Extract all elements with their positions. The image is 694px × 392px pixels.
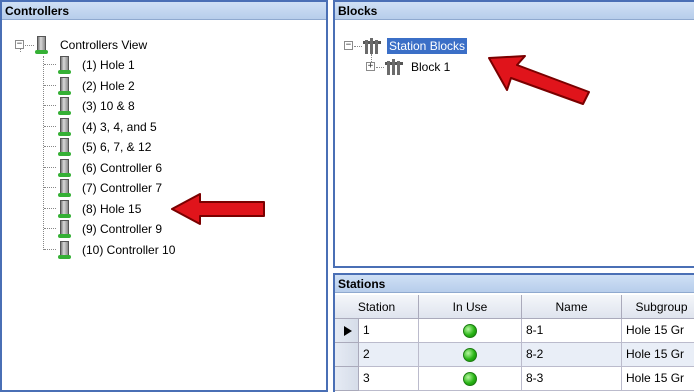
tree-item-block-1[interactable]: Block 1 <box>411 59 450 75</box>
controller-icon <box>58 200 71 218</box>
sprinkler-block-icon <box>385 59 403 75</box>
table-row[interactable]: 1 8-1 Hole 15 Gr <box>335 319 694 343</box>
cell-name[interactable]: 8-1 <box>522 319 622 343</box>
cell-in-use[interactable] <box>419 319 522 343</box>
sprinkler-block-icon <box>363 38 381 54</box>
tree-connector <box>44 187 56 188</box>
controller-icon <box>58 220 71 238</box>
tree-connector <box>44 167 56 168</box>
tree-item-controller-2[interactable]: (2) Hole 2 <box>82 78 135 94</box>
column-header-in-use[interactable]: In Use <box>419 295 522 319</box>
cell-station[interactable]: 2 <box>359 343 419 367</box>
tree-root-station-blocks[interactable]: Station Blocks <box>387 38 468 54</box>
table-row[interactable]: 3 8-3 Hole 15 Gr <box>335 367 694 391</box>
tree-root-controllers-view[interactable]: Controllers View <box>60 37 147 53</box>
controller-icon <box>58 159 71 177</box>
table-row[interactable]: 2 8-2 Hole 15 Gr <box>335 343 694 367</box>
red-arrow-icon <box>488 55 590 105</box>
controller-icon <box>58 241 71 259</box>
cell-station[interactable]: 3 <box>359 367 419 391</box>
tree-item-controller-4[interactable]: (4) 3, 4, and 5 <box>82 119 157 135</box>
tree-connector <box>376 67 384 68</box>
green-status-dot-icon <box>463 323 477 338</box>
cell-in-use[interactable] <box>419 367 522 391</box>
row-pointer-icon <box>344 326 352 336</box>
tree-connector <box>44 208 56 209</box>
cell-name[interactable]: 8-2 <box>522 343 622 367</box>
row-header[interactable] <box>335 367 359 391</box>
controller-icon <box>58 97 71 115</box>
column-header-subgroup[interactable]: Subgroup <box>622 295 694 319</box>
tree-item-controller-9[interactable]: (9) Controller 9 <box>82 221 162 237</box>
controller-icon <box>35 36 48 54</box>
controller-icon <box>58 179 71 197</box>
controllers-pane: Controllers − Controllers View (1) Hole … <box>0 0 328 392</box>
cell-in-use[interactable] <box>419 343 522 367</box>
controller-icon <box>58 56 71 74</box>
blocks-pane: Blocks − Station Blocks + Block 1 <box>333 0 694 268</box>
tree-item-controller-1[interactable]: (1) Hole 1 <box>82 57 135 73</box>
collapse-expander-icon[interactable]: − <box>344 41 353 50</box>
tree-connector <box>44 146 56 147</box>
tree-connector <box>44 126 56 127</box>
column-header-name[interactable]: Name <box>522 295 622 319</box>
stations-grid-header: Station In Use Name Subgroup <box>335 295 694 319</box>
tree-item-controller-7[interactable]: (7) Controller 7 <box>82 180 162 196</box>
controller-icon <box>58 77 71 95</box>
cell-subgroup[interactable]: Hole 15 Gr <box>622 319 694 343</box>
cell-name[interactable]: 8-3 <box>522 367 622 391</box>
tree-item-controller-5[interactable]: (5) 6, 7, & 12 <box>82 139 151 155</box>
tree-connector <box>44 64 56 65</box>
green-status-dot-icon <box>463 371 477 386</box>
tree-connector <box>25 45 34 46</box>
tree-connector <box>44 228 56 229</box>
tree-item-controller-3[interactable]: (3) 10 & 8 <box>82 98 135 114</box>
row-header[interactable] <box>335 319 359 343</box>
blocks-pane-title: Blocks <box>335 2 694 20</box>
tree-connector <box>44 85 56 86</box>
tree-item-controller-6[interactable]: (6) Controller 6 <box>82 160 162 176</box>
cell-station[interactable]: 1 <box>359 319 419 343</box>
controller-icon <box>58 118 71 136</box>
stations-pane: Stations Station In Use Name Subgroup 1 … <box>333 273 694 392</box>
column-header-station[interactable]: Station <box>335 295 419 319</box>
expand-expander-icon[interactable]: + <box>366 62 375 71</box>
controllers-pane-title: Controllers <box>2 2 326 20</box>
collapse-expander-icon[interactable]: − <box>15 40 24 49</box>
controller-icon <box>58 138 71 156</box>
red-arrow-icon <box>171 193 265 225</box>
green-status-dot-icon <box>463 347 477 362</box>
cell-subgroup[interactable]: Hole 15 Gr <box>622 343 694 367</box>
tree-connector <box>354 46 362 47</box>
tree-connector <box>44 105 56 106</box>
tree-item-controller-8[interactable]: (8) Hole 15 <box>82 201 141 217</box>
tree-connector <box>44 249 56 250</box>
cell-subgroup[interactable]: Hole 15 Gr <box>622 367 694 391</box>
stations-pane-title: Stations <box>335 275 694 293</box>
row-header[interactable] <box>335 343 359 367</box>
tree-item-controller-10[interactable]: (10) Controller 10 <box>82 242 175 258</box>
